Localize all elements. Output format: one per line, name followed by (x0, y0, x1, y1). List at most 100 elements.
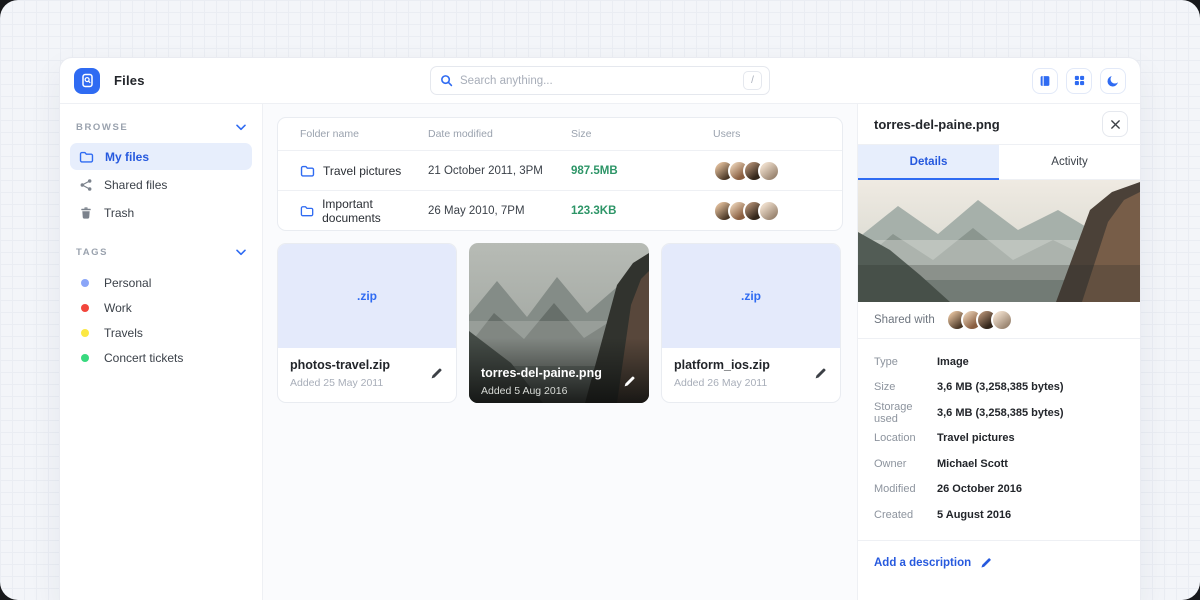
details-tabs: Details Activity (858, 144, 1140, 180)
browse-section-label: BROWSE (76, 122, 128, 133)
property-row-modified: Modified 26 October 2016 (874, 477, 1124, 503)
property-row-owner: Owner Michael Scott (874, 451, 1124, 477)
property-label: Storage used (874, 401, 937, 425)
search-shortcut-badge: / (743, 71, 762, 90)
property-label: Location (874, 432, 937, 444)
add-description-label: Add a description (874, 557, 971, 569)
dark-mode-button[interactable] (1100, 68, 1126, 94)
tag-dot-blue (81, 279, 89, 287)
tags-section-header[interactable]: TAGS (70, 245, 252, 268)
avatar (758, 160, 780, 182)
property-label: Created (874, 509, 937, 521)
shared-avatar-stack (946, 309, 1013, 331)
tags-list: Personal Work Travels Concert tickets (70, 270, 252, 370)
library-button[interactable] (1032, 68, 1058, 94)
zip-thumbnail: .zip (278, 244, 456, 348)
details-panel-title: torres-del-paine.png (874, 117, 1000, 132)
pencil-icon (622, 374, 637, 389)
folder-name: Travel pictures (323, 164, 401, 178)
app-logo-icon (74, 68, 100, 94)
zip-thumbnail: .zip (662, 244, 840, 348)
close-icon (1110, 119, 1121, 130)
moon-icon (1106, 74, 1120, 88)
property-value: Image (937, 356, 969, 368)
search-input[interactable] (460, 75, 736, 87)
file-name: torres-del-paine.png (481, 366, 602, 380)
file-card-photos-travel-zip[interactable]: .zip photos-travel.zip Added 25 May 2011 (277, 243, 457, 403)
tag-dot-green (81, 354, 89, 362)
sidebar-item-label: Shared files (104, 178, 167, 192)
zip-extension-badge: .zip (741, 289, 761, 303)
shared-with-label: Shared with (874, 314, 935, 326)
avatar (758, 200, 780, 222)
property-value: 3,6 MB (3,258,385 bytes) (937, 381, 1064, 393)
users-avatar-stack (713, 160, 842, 182)
sidebar-item-shared-files[interactable]: Shared files (70, 171, 252, 198)
tag-dot-yellow (81, 329, 89, 337)
sidebar-item-label: My files (105, 150, 149, 164)
table-row-important-documents[interactable]: Important documents 26 May 2010, 7PM 123… (278, 190, 842, 230)
add-description-button[interactable]: Add a description (858, 541, 1140, 585)
property-row-location: Location Travel pictures (874, 426, 1124, 452)
file-card-torres-del-paine-png[interactable]: torres-del-paine.png Added 5 Aug 2016 (469, 243, 649, 403)
file-preview-image (858, 180, 1140, 302)
details-panel: torres-del-paine.png Details Activity (857, 104, 1140, 600)
property-value: 3,6 MB (3,258,385 bytes) (937, 407, 1064, 419)
property-value: 26 October 2016 (937, 483, 1022, 495)
tag-item-travels[interactable]: Travels (70, 320, 252, 345)
shared-with-row: Shared with (858, 302, 1140, 339)
tag-item-work[interactable]: Work (70, 295, 252, 320)
edit-file-button[interactable] (622, 374, 637, 389)
chevron-down-icon[interactable] (236, 249, 246, 256)
close-panel-button[interactable] (1102, 111, 1128, 137)
desktop-background: Files / (0, 0, 1200, 600)
trash-icon (79, 206, 93, 220)
property-label: Type (874, 356, 937, 368)
sidebar-item-label: Trash (104, 206, 134, 220)
property-row-type: Type Image (874, 349, 1124, 375)
property-label: Modified (874, 483, 937, 495)
app-header: Files / (60, 58, 1140, 104)
tags-section-label: TAGS (76, 247, 108, 258)
pencil-icon (979, 556, 993, 570)
property-row-created: Created 5 August 2016 (874, 502, 1124, 528)
file-cards: .zip photos-travel.zip Added 25 May 2011 (277, 243, 843, 403)
table-header-row: Folder name Date modified Size Users (278, 118, 842, 150)
folders-table: Folder name Date modified Size Users Tra… (277, 117, 843, 231)
column-header-date-modified: Date modified (428, 128, 571, 140)
folder-size: 123.3KB (571, 205, 713, 217)
sidebar-item-trash[interactable]: Trash (70, 199, 252, 226)
file-properties: Type Image Size 3,6 MB (3,258,385 bytes)… (858, 339, 1140, 541)
edit-file-button[interactable] (429, 366, 444, 381)
share-icon (79, 178, 93, 192)
folder-icon (300, 204, 314, 218)
tag-item-concert-tickets[interactable]: Concert tickets (70, 345, 252, 370)
tab-activity[interactable]: Activity (999, 145, 1140, 180)
tag-label: Personal (104, 276, 151, 290)
browse-section-header[interactable]: BROWSE (70, 120, 252, 143)
date-modified: 21 October 2011, 3PM (428, 165, 571, 177)
file-name: photos-travel.zip (290, 358, 390, 372)
tag-label: Travels (104, 326, 143, 340)
grid-icon (1073, 74, 1086, 87)
date-modified: 26 May 2010, 7PM (428, 205, 571, 217)
file-added-date: Added 25 May 2011 (290, 377, 390, 389)
property-row-size: Size 3,6 MB (3,258,385 bytes) (874, 375, 1124, 401)
pencil-icon (429, 366, 444, 381)
column-header-users: Users (713, 128, 842, 140)
tab-details[interactable]: Details (858, 145, 999, 180)
grid-view-button[interactable] (1066, 68, 1092, 94)
property-row-storage-used: Storage used 3,6 MB (3,258,385 bytes) (874, 400, 1124, 426)
avatar (991, 309, 1013, 331)
main-content: Folder name Date modified Size Users Tra… (263, 104, 857, 600)
file-added-date: Added 26 May 2011 (674, 377, 770, 389)
file-card-platform-ios-zip[interactable]: .zip platform_ios.zip Added 26 May 2011 (661, 243, 841, 403)
files-app-window: Files / (60, 58, 1140, 600)
header-actions (1032, 68, 1126, 94)
tag-item-personal[interactable]: Personal (70, 270, 252, 295)
sidebar-item-my-files[interactable]: My files (70, 143, 252, 170)
table-row-travel-pictures[interactable]: Travel pictures 21 October 2011, 3PM 987… (278, 150, 842, 190)
chevron-down-icon[interactable] (236, 124, 246, 131)
search-bar[interactable]: / (430, 66, 770, 95)
edit-file-button[interactable] (813, 366, 828, 381)
